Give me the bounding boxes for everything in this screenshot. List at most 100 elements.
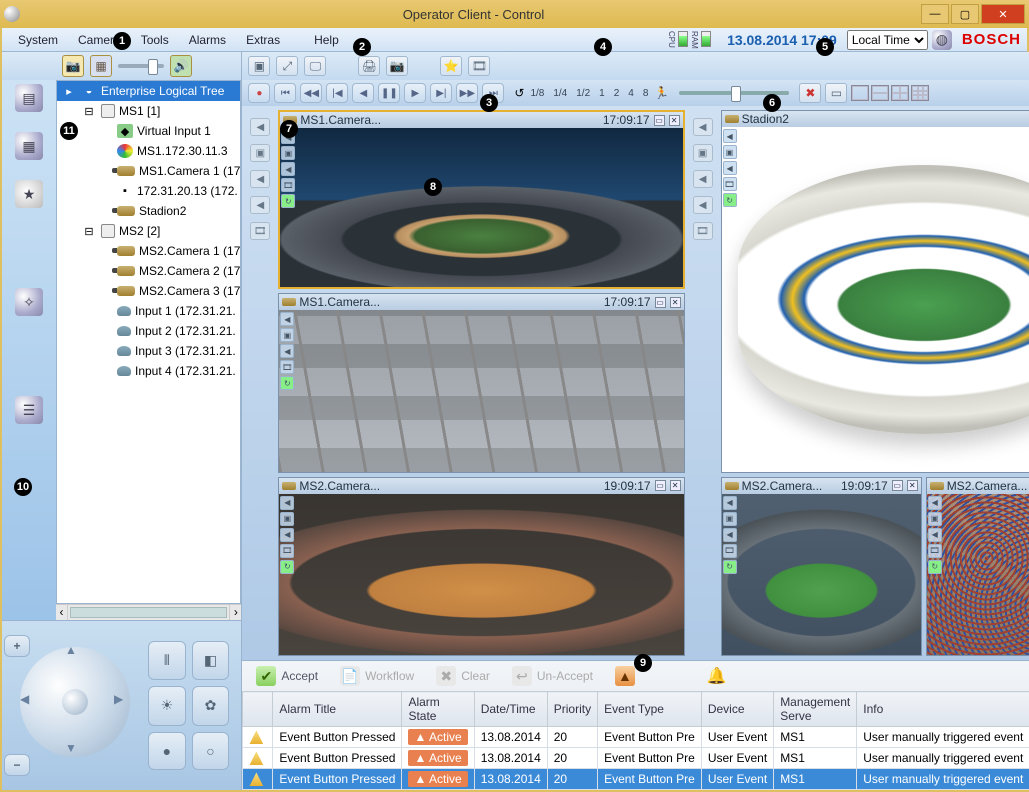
layout-1x1[interactable] — [851, 85, 869, 101]
pane-side-icon[interactable]: 🎞 — [723, 177, 737, 191]
menu-help[interactable]: Help — [304, 33, 349, 47]
pane-side-icon[interactable]: ↻ — [281, 194, 295, 208]
alarm-col-header[interactable]: Priority — [547, 692, 597, 727]
monitor-icon[interactable]: 🖵 — [304, 56, 326, 76]
tree-node[interactable]: ⊟MS1 [1] — [57, 101, 240, 121]
pane-side-icon[interactable]: 🎞 — [723, 544, 737, 558]
pane-side-icon[interactable]: ↻ — [723, 193, 737, 207]
ptz-left-icon[interactable]: ◀ — [20, 692, 40, 712]
compass-icon[interactable]: ✧ — [15, 288, 43, 316]
grid-tool-icon[interactable]: 🎞 — [250, 222, 270, 240]
grid-tool-icon[interactable]: ◀ — [250, 118, 270, 136]
menu-alarms[interactable]: Alarms — [179, 33, 236, 47]
pane-side-icon[interactable]: ↻ — [928, 560, 942, 574]
ptz-preset3-button[interactable]: ☀ — [148, 686, 186, 725]
pane-close[interactable]: ✕ — [669, 115, 680, 126]
pane-restore[interactable]: ▭ — [655, 480, 666, 491]
bell-icon[interactable]: 🔔 — [707, 666, 727, 686]
globe-icon[interactable]: ◍ — [932, 30, 952, 50]
pane-side-icon[interactable]: ▣ — [280, 512, 294, 526]
pane-side-icon[interactable]: ◀ — [723, 129, 737, 143]
tree-node[interactable]: ⊟MS2 [2] — [57, 221, 240, 241]
menu-tools[interactable]: Tools — [131, 33, 179, 47]
ptz-down-icon[interactable]: ▼ — [65, 741, 85, 761]
pane-side-icon[interactable]: ▣ — [280, 328, 294, 342]
ptz-center[interactable] — [62, 689, 88, 715]
pane-side-icon[interactable]: ◀ — [281, 162, 295, 176]
workflow-button[interactable]: 📄Workflow — [336, 664, 418, 688]
alarm-col-header[interactable]: Event Type — [598, 692, 702, 727]
grid-tool-icon[interactable]: ◀ — [693, 118, 713, 136]
layout-picker[interactable] — [851, 85, 929, 101]
expand-icon[interactable]: ⤢ — [276, 56, 298, 76]
alarm-row[interactable]: Event Button Pressed▲ Active13.08.201420… — [243, 769, 1029, 790]
tree-node[interactable]: Input 4 (172.31.21. — [57, 361, 240, 381]
tree-node[interactable]: ▪172.31.20.13 (172. — [57, 181, 240, 201]
pane-close[interactable]: ✕ — [670, 297, 681, 308]
alarm-col-header[interactable]: Date/Time — [474, 692, 547, 727]
alarm-row[interactable]: Event Button Pressed▲ Active13.08.201420… — [243, 727, 1029, 748]
alarm-table[interactable]: Alarm TitleAlarm StateDate/TimePriorityE… — [242, 691, 1029, 790]
grid-tool-icon[interactable]: ◀ — [693, 196, 713, 214]
camera-pane[interactable]: MS1.Camera...17:09:17▭✕◀▣◀🎞↻ — [278, 293, 684, 472]
pane-close[interactable]: ✕ — [670, 480, 681, 491]
camera-pane[interactable]: Stadion2▭✕◀▣◀🎞↻ — [721, 110, 1029, 473]
pane-restore[interactable]: ▭ — [654, 115, 665, 126]
alarm-col-header[interactable]: Alarm Title — [273, 692, 402, 727]
pane-side-icon[interactable]: 🎞 — [280, 360, 294, 374]
pane-side-icon[interactable]: ↻ — [280, 560, 294, 574]
pane-side-icon[interactable]: 🎞 — [281, 178, 295, 192]
logical-tree[interactable]: ▸◒Enterprise Logical Tree⊟MS1 [1]◆Virtua… — [56, 80, 241, 604]
alarm-row[interactable]: Event Button Pressed▲ Active13.08.201420… — [243, 748, 1029, 769]
alarm-col-header[interactable] — [243, 692, 273, 727]
record-button[interactable]: ● — [248, 83, 270, 103]
pane-side-icon[interactable]: ▣ — [928, 512, 942, 526]
camera-pane[interactable]: MS2.Camera...19:09:17▭✕◀▣◀🎞↻ — [926, 477, 1029, 656]
pane-side-icon[interactable]: ▣ — [281, 146, 295, 160]
ptz-right-icon[interactable]: ▶ — [114, 692, 134, 712]
photo-icon[interactable]: 📷 — [386, 56, 408, 76]
tree-node[interactable]: MS2.Camera 2 (17 — [57, 261, 240, 281]
pane-side-icon[interactable]: ↻ — [723, 560, 737, 574]
pane-side-icon[interactable]: ▣ — [723, 145, 737, 159]
delete-pane-icon[interactable]: ✖ — [799, 83, 821, 103]
camera-pane[interactable]: MS2.Camera...19:09:17▭✕◀▣◀🎞↻ — [278, 477, 684, 656]
pane-side-icon[interactable]: ◀ — [723, 528, 737, 542]
tree-node[interactable]: MS1.Camera 1 (17 — [57, 161, 240, 181]
favorite-icon[interactable]: ⭐ — [440, 56, 462, 76]
pane-side-icon[interactable]: ↻ — [280, 376, 294, 390]
pane-side-icon[interactable]: 🎞 — [928, 544, 942, 558]
tree-node[interactable]: ◆Virtual Input 1 — [57, 121, 240, 141]
layout-1x2[interactable] — [871, 85, 889, 101]
unaccept-button[interactable]: ↩Un-Accept — [508, 664, 597, 688]
ptz-dpad[interactable]: ▲ ▼ ◀ ▶ — [10, 637, 140, 767]
grid-tool-icon[interactable]: ◀ — [250, 196, 270, 214]
tree-node[interactable]: MS2.Camera 3 (17 — [57, 281, 240, 301]
step-fwd-button[interactable]: ▶| — [430, 83, 452, 103]
tree-tab-icon[interactable]: ▤ — [15, 84, 43, 112]
pause-button[interactable]: ❚❚ — [378, 83, 400, 103]
ptz-preset1-button[interactable]: ⦀ — [148, 641, 186, 680]
sequence-icon[interactable]: 🎞 — [468, 56, 490, 76]
alarm-col-header[interactable]: Management Serve — [774, 692, 857, 727]
pane-restore[interactable]: ▭ — [655, 297, 666, 308]
camera-pane[interactable]: MS2.Camera...19:09:17▭✕◀▣◀🎞↻ — [721, 477, 922, 656]
camera-icon[interactable]: 📷 — [62, 55, 84, 77]
layout-2x2[interactable] — [891, 85, 909, 101]
pane-side-icon[interactable]: ◀ — [280, 528, 294, 542]
play-button[interactable]: ▶ — [404, 83, 426, 103]
ptz-preset6-button[interactable]: ○ — [192, 732, 230, 770]
replay-loop-icon[interactable]: ↺ — [514, 86, 524, 100]
maximize-button[interactable]: ▢ — [951, 4, 979, 24]
ptz-preset5-button[interactable]: ● — [148, 732, 186, 770]
list-tab-icon[interactable]: ☰ — [15, 396, 43, 424]
pane-side-icon[interactable]: ◀ — [928, 496, 942, 510]
star-icon[interactable]: ★ — [15, 180, 43, 208]
accept-button[interactable]: ✔Accept — [252, 664, 322, 688]
grid-tool-icon[interactable]: 🎞 — [693, 222, 713, 240]
play-back-button[interactable]: ◀ — [352, 83, 374, 103]
pane-side-icon[interactable]: ◀ — [723, 496, 737, 510]
alarm-col-header[interactable]: Info — [857, 692, 1029, 727]
ptz-preset2-button[interactable]: ◧ — [192, 641, 230, 680]
alarm-col-header[interactable]: Alarm State — [402, 692, 474, 727]
